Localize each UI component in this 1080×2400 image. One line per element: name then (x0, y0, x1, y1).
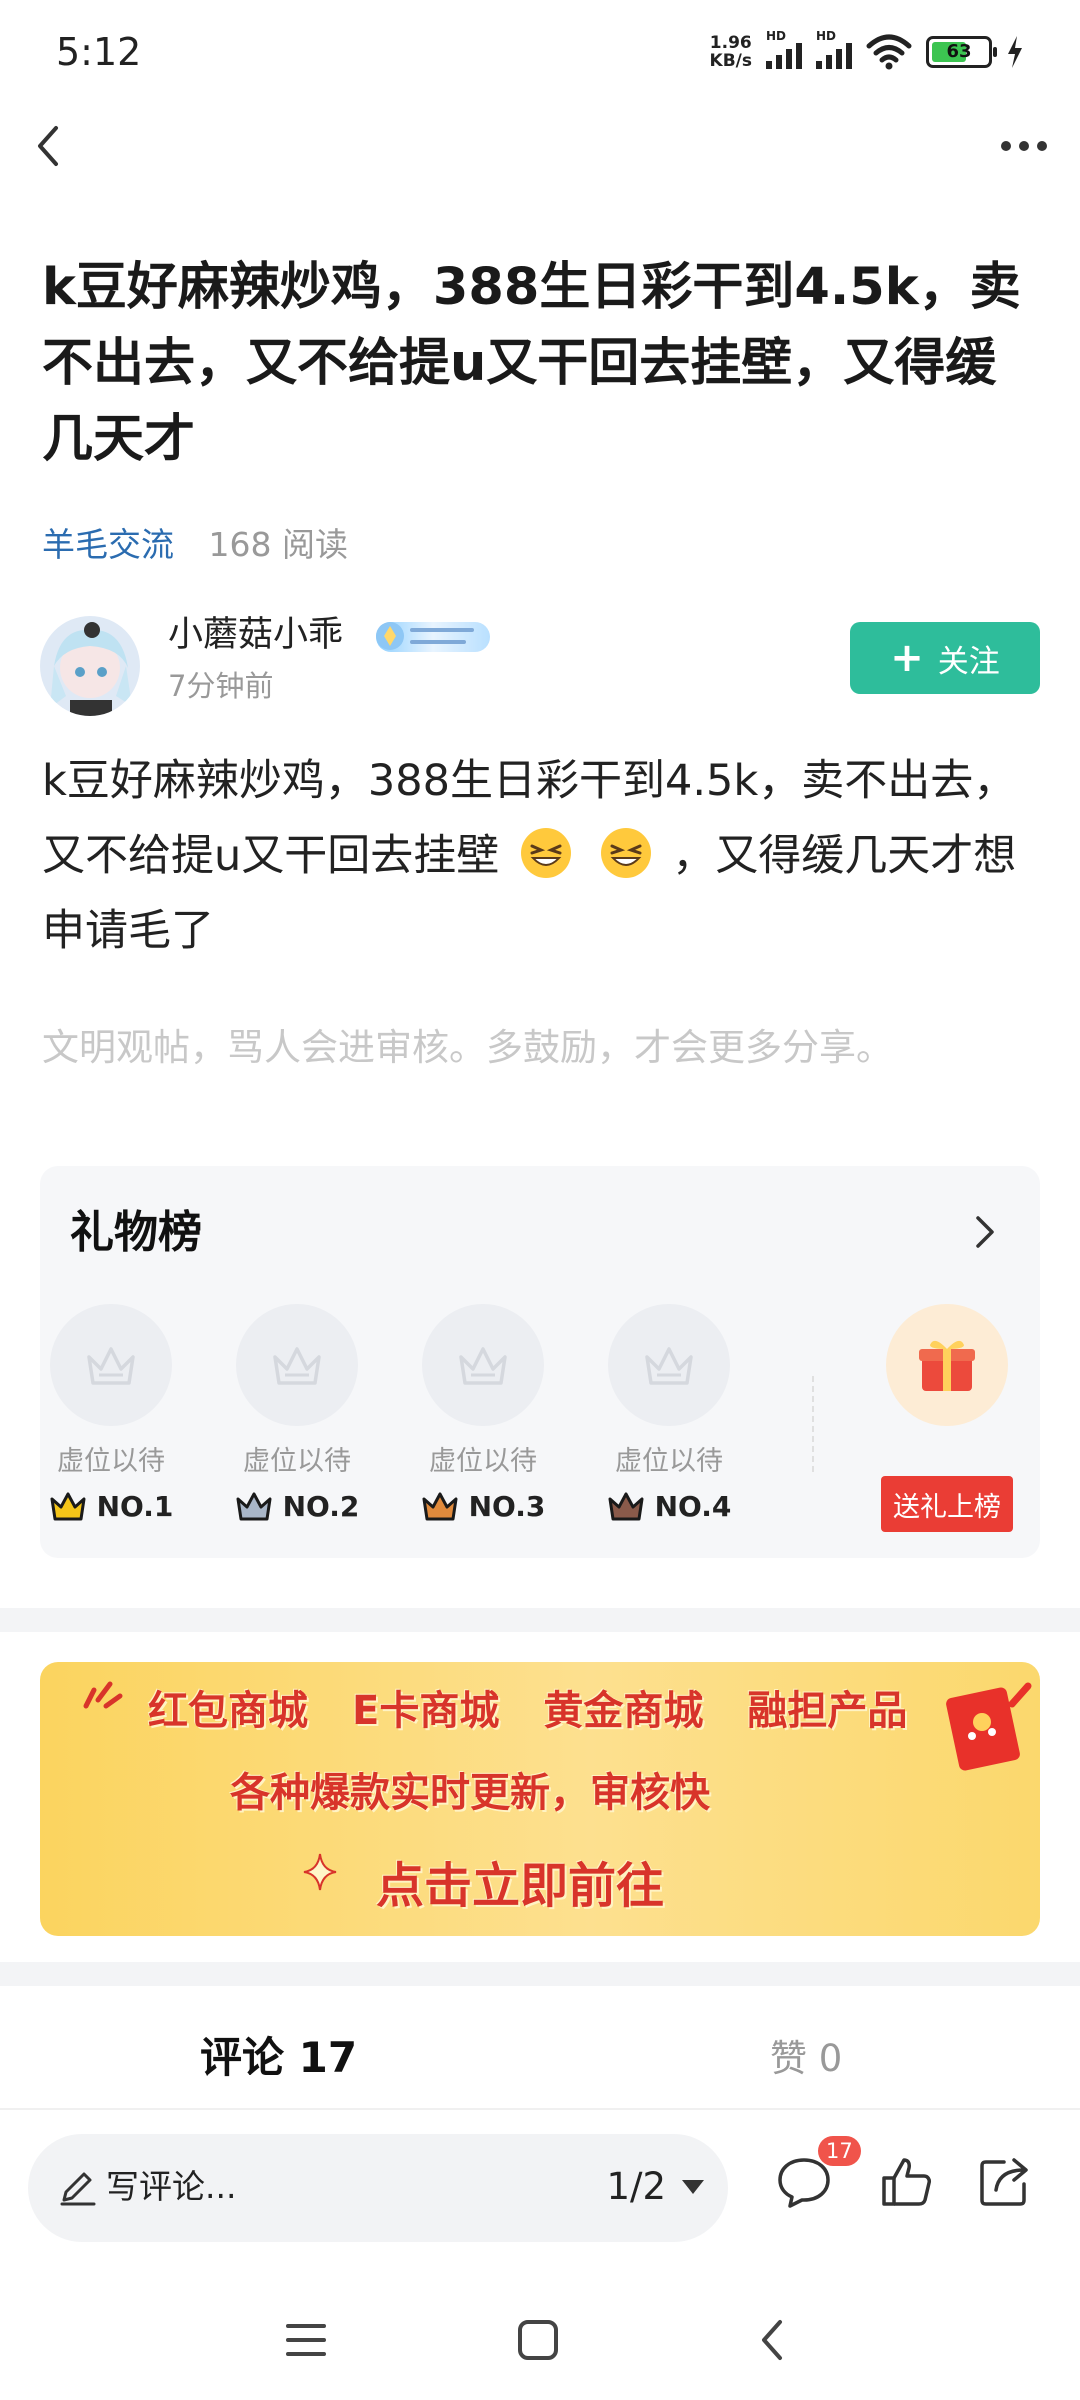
avatar[interactable] (40, 616, 140, 716)
red-envelope-icon (946, 1682, 1032, 1771)
promo-banner[interactable]: 红包商城 E卡商城 黄金商城 融担产品 各种爆款实时更新，审核快 点击立即前往 (40, 1662, 1040, 1936)
gift-slot-3[interactable]: 虚位以待 NO.3 (420, 1304, 546, 1523)
post-meta: 羊毛交流 168 阅读 (42, 520, 348, 570)
status-bar: 5:12 1.96 KB/s HD HD 63 (0, 0, 1080, 100)
follow-button[interactable]: + 关注 (850, 622, 1040, 694)
comment-input[interactable]: 写评论... 1/2 (28, 2134, 728, 2242)
comment-placeholder: 写评论... (106, 2167, 237, 2206)
back-nav-icon[interactable] (744, 2310, 804, 2370)
author-name[interactable]: 小蘑菇小乖 (168, 610, 343, 660)
slot-rank-label: NO.1 (96, 1490, 174, 1523)
slot-rank: NO.3 (420, 1490, 546, 1523)
follow-label: 关注 (937, 643, 1000, 680)
charging-icon (1008, 36, 1022, 68)
pen-icon (60, 2172, 96, 2206)
section-divider (0, 1962, 1080, 1986)
net-speed: 1.96 KB/s (710, 34, 752, 70)
gift-slot-4[interactable]: 虚位以待 NO.4 (606, 1304, 732, 1523)
signal-icon-2: HD (816, 29, 852, 69)
signal-icon: HD (766, 29, 802, 69)
banner-item: 融担产品 (747, 1688, 908, 1734)
post-title: k豆好麻辣炒鸡，388生日彩干到4.5k，卖不出去，又不给提u又干回去挂壁，又得… (42, 258, 1021, 469)
banner-cta[interactable]: 点击立即前往 (376, 1846, 664, 1916)
tab-comments[interactable]: 评论 17 (200, 2024, 357, 2085)
bronze-crown-icon (422, 1492, 458, 1520)
banner-subtitle: 各种爆款实时更新，审核快 (230, 1770, 710, 1816)
brown-crown-icon (608, 1492, 644, 1520)
grinning-squint-emoji-icon (600, 828, 651, 878)
divider (812, 1376, 814, 1472)
slot-vacant-label: 虚位以待 (615, 1446, 723, 1477)
slot-vacant-label: 虚位以待 (57, 1446, 165, 1477)
comment-count-badge: 17 (818, 2136, 861, 2166)
chevron-right-icon[interactable] (970, 1212, 1000, 1252)
slot-rank-label: NO.2 (282, 1490, 360, 1523)
empty-crown-icon (608, 1304, 730, 1426)
read-count: 168 阅读 (208, 525, 348, 564)
empty-crown-icon (236, 1304, 358, 1426)
gift-slot-2[interactable]: 虚位以待 NO.2 (234, 1304, 360, 1523)
empty-crown-icon (50, 1304, 172, 1426)
caret-down-icon[interactable] (680, 2178, 706, 2196)
author-row: 小蘑菇小乖 7分钟前 + 关注 (40, 610, 1040, 720)
slot-rank-label: NO.3 (468, 1490, 546, 1523)
slot-rank-label: NO.4 (654, 1490, 732, 1523)
post-body: k豆好麻辣炒鸡，388生日彩干到4.5k，卖不出去，又不给提u又干回去挂壁 ，又… (42, 744, 1042, 969)
gold-crown-icon (50, 1492, 86, 1520)
signal-hd-label: HD (766, 29, 787, 43)
battery-icon: 63 (926, 36, 997, 68)
vip-badge-icon (376, 622, 490, 652)
grinning-squint-emoji-icon (520, 828, 571, 878)
banner-items: 红包商城 E卡商城 黄金商城 融担产品 (148, 1678, 951, 1736)
slot-rank: NO.1 (48, 1490, 174, 1523)
slot-vacant-label: 虚位以待 (429, 1446, 537, 1477)
slot-vacant-label: 虚位以待 (243, 1446, 351, 1477)
home-icon[interactable] (508, 2310, 568, 2370)
page-indicator[interactable]: 1/2 (606, 2162, 666, 2212)
slot-rank: NO.4 (606, 1490, 732, 1523)
post-time: 7分钟前 (168, 669, 274, 703)
bottom-action-bar: 写评论... 1/2 17 (0, 2110, 1080, 2260)
status-icons: 1.96 KB/s HD HD 63 (710, 29, 1024, 74)
wifi-icon (866, 34, 912, 70)
status-time: 5:12 (56, 30, 142, 74)
back-icon[interactable] (20, 114, 80, 178)
banner-item: 黄金商城 (543, 1688, 704, 1734)
silver-crown-icon (236, 1492, 272, 1520)
top-nav (0, 100, 1080, 196)
comment-tabs: 评论 17 赞 0 (0, 1990, 1080, 2110)
gift-board: 礼物榜 虚位以待 NO.1 虚位以待 NO.2 虚位以待 NO.3 虚位以待 N… (40, 1166, 1040, 1558)
sparkle-icon (83, 1681, 123, 1709)
plus-icon: + (890, 635, 924, 681)
section-divider (0, 1608, 1080, 1632)
category-link[interactable]: 羊毛交流 (42, 525, 174, 564)
star-sparkle-icon (303, 1853, 337, 1891)
gift-box-icon[interactable] (886, 1304, 1008, 1426)
tab-likes[interactable]: 赞 0 (770, 2028, 842, 2082)
banner-item: 红包商城 (148, 1688, 308, 1734)
share-icon[interactable] (974, 2152, 1034, 2212)
thumbs-up-icon[interactable] (878, 2152, 938, 2212)
civility-notice: 文明观帖，骂人会进审核。多鼓励，才会更多分享。 (42, 1026, 893, 1069)
slot-rank: NO.2 (234, 1490, 360, 1523)
gift-board-title: 礼物榜 (70, 1207, 202, 1258)
send-gift-button[interactable]: 送礼上榜 (881, 1476, 1013, 1532)
empty-crown-icon (422, 1304, 544, 1426)
gift-slot-1[interactable]: 虚位以待 NO.1 (48, 1304, 174, 1523)
system-nav-bar (0, 2290, 1080, 2400)
signal-hd-label-2: HD (816, 29, 837, 43)
battery-level: 63 (946, 41, 972, 62)
net-speed-value: 1.96 (709, 33, 752, 53)
banner-item: E卡商城 (352, 1688, 500, 1734)
menu-icon[interactable] (276, 2310, 336, 2370)
net-speed-unit: KB/s (709, 51, 752, 71)
more-icon[interactable] (988, 114, 1060, 178)
